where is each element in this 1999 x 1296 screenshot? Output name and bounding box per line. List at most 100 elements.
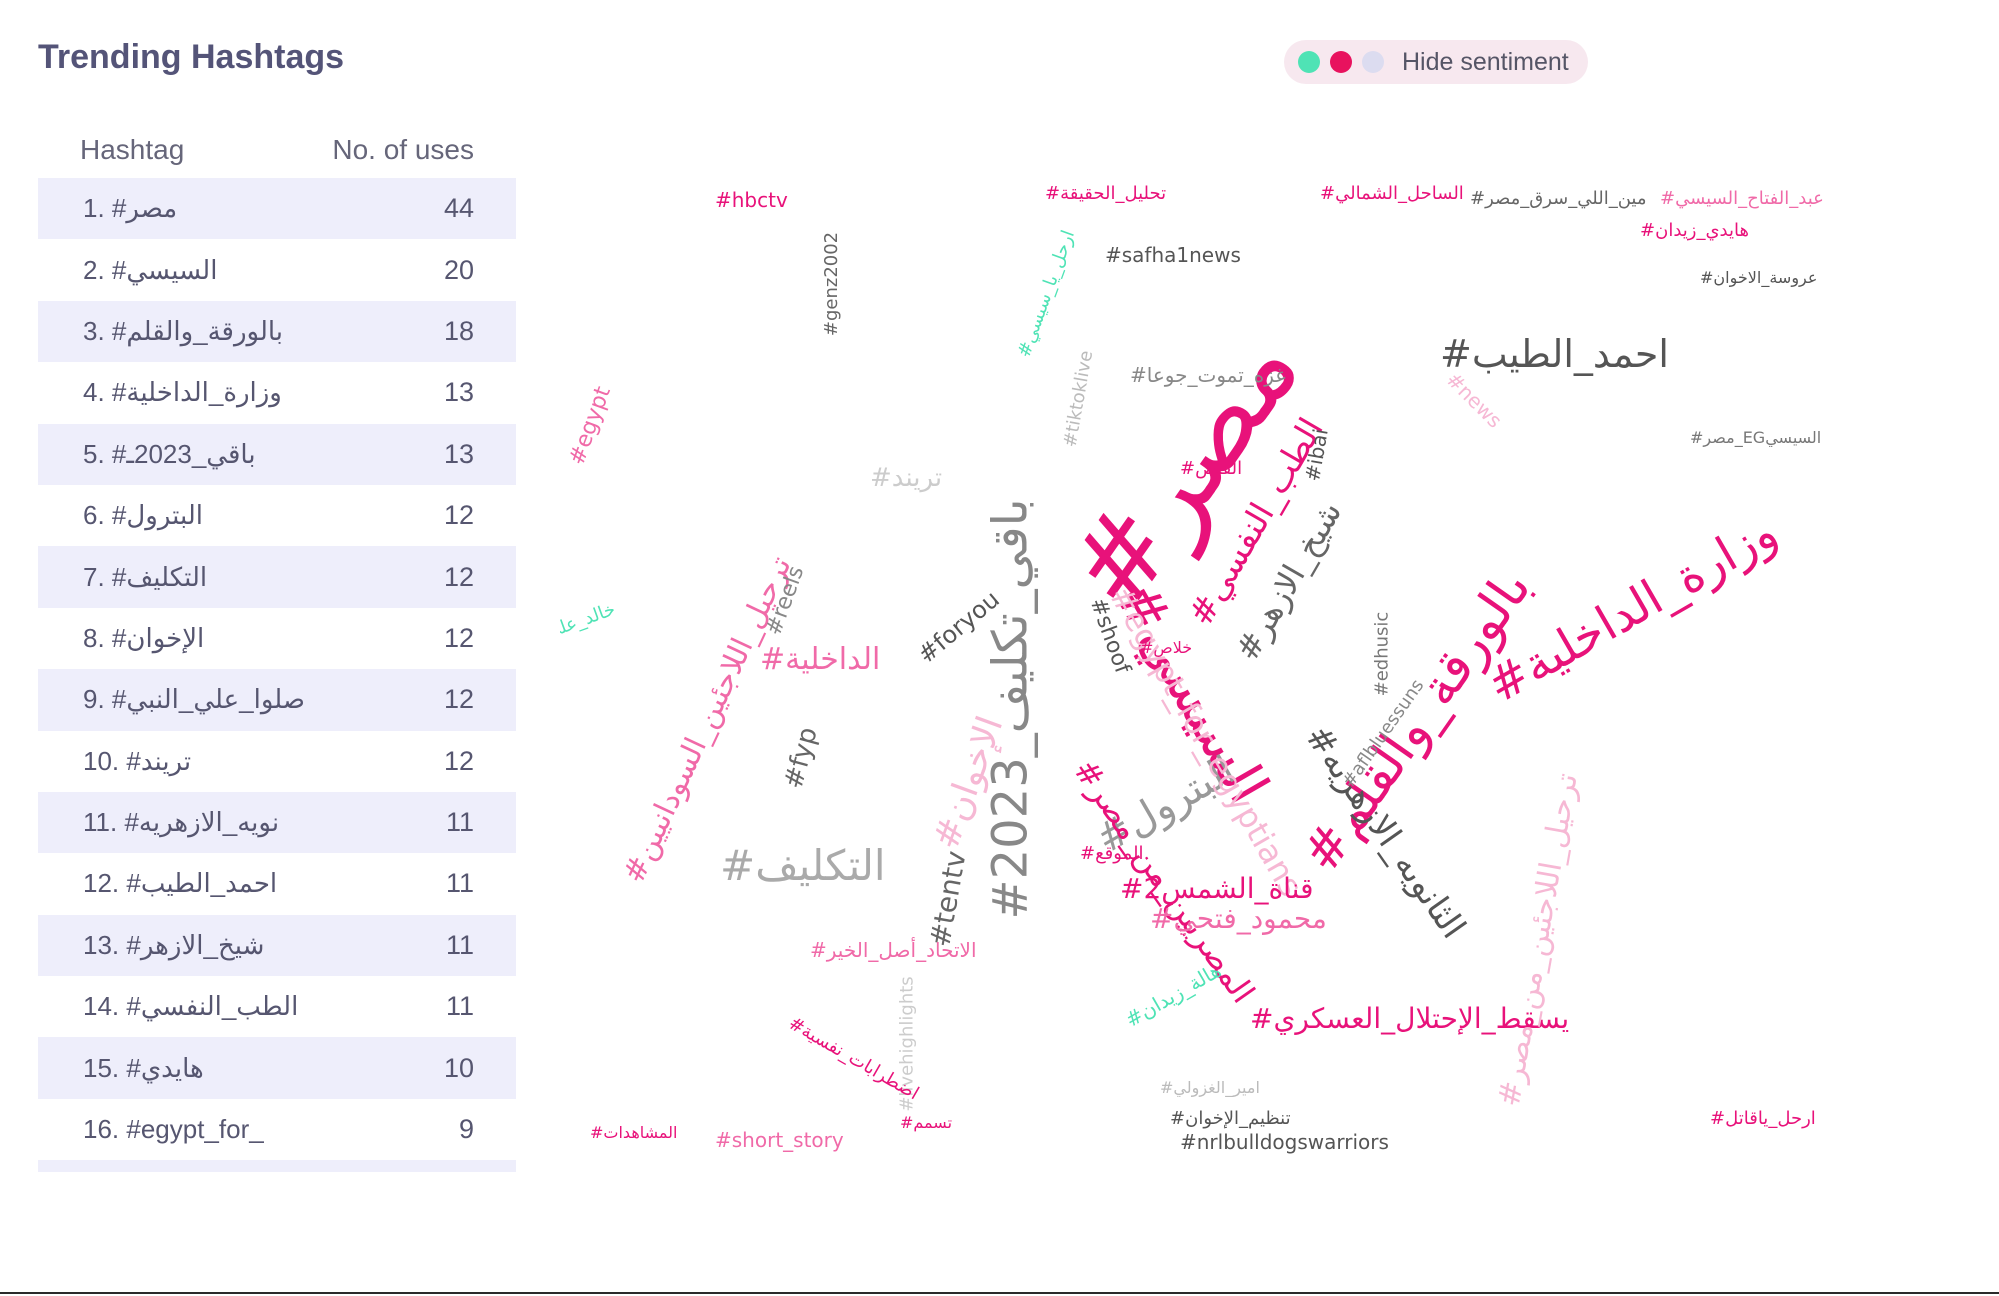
table-row[interactable]: 1. #مصر 44 bbox=[38, 178, 516, 240]
cloud-hashtag[interactable]: #الساحل_الشمالي bbox=[1320, 185, 1464, 203]
hashtag-label: 6. #البترول bbox=[83, 500, 204, 531]
hashtag-label: 5. #باقي_2023ـ bbox=[83, 438, 256, 469]
table-row[interactable]: 7. #التكليف 12 bbox=[38, 546, 516, 608]
table-row[interactable]: 14. #الطب_النفسي 11 bbox=[38, 976, 516, 1037]
cloud-hashtag[interactable]: #القبض bbox=[1180, 460, 1242, 478]
table-row[interactable]: 15. #هايدي 10 bbox=[38, 1037, 516, 1099]
hashtag-uses: 18 bbox=[443, 315, 474, 346]
cloud-hashtag[interactable]: #محمود_فتحي bbox=[1150, 905, 1327, 933]
hashtag-uses: 10 bbox=[443, 1052, 474, 1083]
hashtag-label: 7. #التكليف bbox=[83, 561, 208, 592]
hashtag-label: 3. #بالورقة_والقلم bbox=[83, 315, 284, 346]
hashtag-label: 2. #السيسي bbox=[83, 254, 218, 285]
cloud-hashtag[interactable]: #short_story bbox=[715, 1130, 844, 1150]
hashtag-label: 13. #شيخ_الازهر bbox=[83, 929, 265, 960]
cloud-hashtag[interactable]: #الداخلية bbox=[760, 645, 880, 675]
cloud-hashtag[interactable]: #tentv bbox=[923, 848, 972, 949]
cloud-hashtag[interactable]: #خالد_علي bbox=[560, 599, 618, 648]
cloud-hashtag[interactable]: #هايدي_زيدان bbox=[1640, 222, 1749, 240]
cloud-hashtag[interactable]: #احمد_الطيب bbox=[1440, 335, 1669, 373]
table-row[interactable]: 9. #صلوا_علي_النبي 12 bbox=[38, 669, 516, 731]
cloud-hashtag[interactable]: #غزه_تموت_جوعا bbox=[1130, 365, 1286, 385]
column-header-uses: No. of uses bbox=[332, 134, 474, 165]
hashtag-uses: 12 bbox=[443, 684, 474, 715]
hashtag-uses: 11 bbox=[445, 929, 474, 960]
cloud-hashtag[interactable]: #tiktoklive bbox=[1060, 349, 1098, 449]
hashtag-word-cloud: #مصر #بالورقة_والقلم #وزارة_الداخلية #احمد_… bbox=[560, 165, 1920, 1165]
cloud-hashtag[interactable]: #المشاهدات bbox=[590, 1125, 677, 1141]
table-row[interactable]: 16. #egypt_for_ 9 bbox=[38, 1099, 516, 1160]
table-row[interactable]: 5. #باقي_2023ـ 13 bbox=[38, 423, 516, 485]
cloud-hashtag[interactable]: #الموقع bbox=[1080, 845, 1143, 863]
hashtag-uses: 13 bbox=[443, 438, 474, 469]
hide-sentiment-toggle[interactable]: Hide sentiment bbox=[1284, 40, 1588, 84]
cloud-hashtag[interactable]: #hbctv bbox=[715, 190, 788, 210]
table-row[interactable]: 3. #بالورقة_والقلم 18 bbox=[38, 300, 516, 363]
table-row[interactable]: 4. #وزارة_الداخلية 13 bbox=[38, 362, 516, 423]
cloud-hashtag[interactable]: #تسمم bbox=[900, 1115, 952, 1131]
cloud-hashtag[interactable]: #الاتحاد_أصل_الخير bbox=[810, 940, 977, 960]
table-row[interactable]: 6. #البترول 12 bbox=[38, 485, 516, 546]
hashtag-label: 9. #صلوا_علي_النبي bbox=[83, 684, 305, 715]
cloud-hashtag[interactable]: #مين_اللي_سرق_مصر bbox=[1470, 190, 1646, 208]
cloud-hashtag[interactable]: #nrlbulldogswarriors bbox=[1180, 1132, 1389, 1152]
hashtag-uses: 44 bbox=[443, 193, 474, 224]
hashtag-label: 10. #تريند bbox=[83, 745, 192, 776]
table-row[interactable]: 2. #السيسي 20 bbox=[38, 239, 516, 300]
hashtag-uses: 11 bbox=[445, 807, 474, 838]
table-row[interactable]: 11. #نويه_الازهريه 11 bbox=[38, 791, 516, 854]
cloud-hashtag[interactable]: #التكليف bbox=[720, 845, 886, 887]
bottom-divider bbox=[0, 1292, 1999, 1294]
cloud-hashtag[interactable]: #قناة_الشمس2 bbox=[1120, 875, 1314, 903]
cloud-hashtag[interactable]: #2023_باقي_تكليف bbox=[983, 498, 1039, 919]
hashtag-label: 1. #مصر bbox=[83, 193, 178, 224]
hashtag-uses: 9 bbox=[458, 1114, 474, 1145]
hashtag-uses: 13 bbox=[443, 377, 474, 408]
hashtag-label: 14. #الطب_النفسي bbox=[83, 991, 299, 1022]
negative-sentiment-dot bbox=[1330, 51, 1352, 73]
cloud-hashtag[interactable]: #ترحيل_اللاجئين_من_مصر bbox=[1492, 771, 1585, 1110]
hashtag-table: Hashtag No. of uses 1. #مصر 44 2. #السيسي 2… bbox=[38, 122, 516, 1173]
hashtag-uses: 20 bbox=[443, 254, 474, 285]
cloud-hashtag[interactable]: #عبد_الفتاح_السيسي bbox=[1660, 190, 1824, 208]
cloud-hashtag[interactable]: #edhusic bbox=[1371, 612, 1392, 697]
cloud-hashtag[interactable]: #خلاص bbox=[1140, 640, 1192, 656]
cloud-hashtag[interactable]: #ارحل_يا_سيسي bbox=[1014, 227, 1079, 360]
hashtag-uses: 11 bbox=[445, 991, 474, 1022]
hashtag-label: 4. #وزارة_الداخلية bbox=[83, 377, 282, 408]
cloud-hashtag[interactable]: #تريند bbox=[870, 465, 942, 491]
hashtag-uses: 12 bbox=[443, 500, 474, 531]
hashtag-uses: 11 bbox=[445, 868, 474, 899]
cloud-hashtag[interactable]: #news bbox=[1442, 367, 1507, 432]
positive-sentiment-dot bbox=[1298, 51, 1320, 73]
table-row[interactable]: 10. #تريند 12 bbox=[38, 731, 516, 792]
cloud-hashtag[interactable]: #تنظيم_الإخوان bbox=[1170, 1110, 1291, 1128]
hashtag-label: 15. #هايدي bbox=[83, 1052, 204, 1083]
hashtag-uses: 12 bbox=[443, 745, 474, 776]
cloud-hashtag[interactable]: #egypt bbox=[565, 383, 616, 468]
cloud-hashtag[interactable]: #امير_الغزولي bbox=[1160, 1080, 1260, 1096]
hashtag-label: 11. #نويه_الازهريه bbox=[83, 807, 280, 838]
table-header: Hashtag No. of uses bbox=[38, 122, 516, 178]
hide-sentiment-label: Hide sentiment bbox=[1402, 47, 1569, 76]
hashtag-uses: 12 bbox=[443, 561, 474, 592]
cloud-hashtag[interactable]: #genz2002 bbox=[821, 232, 842, 336]
hashtag-uses: 12 bbox=[443, 622, 474, 653]
table-row[interactable]: 8. #الإخوان 12 bbox=[38, 608, 516, 669]
cloud-hashtag[interactable]: #عروسة_الاخوان bbox=[1700, 270, 1817, 286]
table-row[interactable]: 13. #شيخ_الازهر 11 bbox=[38, 914, 516, 977]
cloud-hashtag[interactable]: #تحليل_الحقيقة bbox=[1045, 185, 1166, 203]
table-footer-strip bbox=[38, 1160, 516, 1173]
hashtag-label: 12. #احمد_الطيب bbox=[83, 868, 278, 899]
table-row[interactable]: 12. #احمد_الطيب 11 bbox=[38, 853, 516, 914]
cloud-hashtag[interactable]: #مصر_EGالسيسي bbox=[1690, 430, 1821, 446]
column-header-hashtag: Hashtag bbox=[80, 134, 185, 165]
page-title: Trending Hashtags bbox=[38, 38, 345, 76]
cloud-hashtag[interactable]: #fyp bbox=[779, 724, 824, 792]
cloud-hashtag[interactable]: #هالة_زيدان bbox=[1121, 958, 1225, 1032]
neutral-sentiment-dot bbox=[1362, 51, 1384, 73]
hashtag-label: 8. #الإخوان bbox=[83, 622, 205, 653]
cloud-hashtag[interactable]: #safha1news bbox=[1105, 245, 1241, 265]
cloud-hashtag[interactable]: #ارحل_ياقاتل bbox=[1710, 1110, 1816, 1128]
hashtag-label: 16. #egypt_for_ bbox=[83, 1114, 264, 1145]
